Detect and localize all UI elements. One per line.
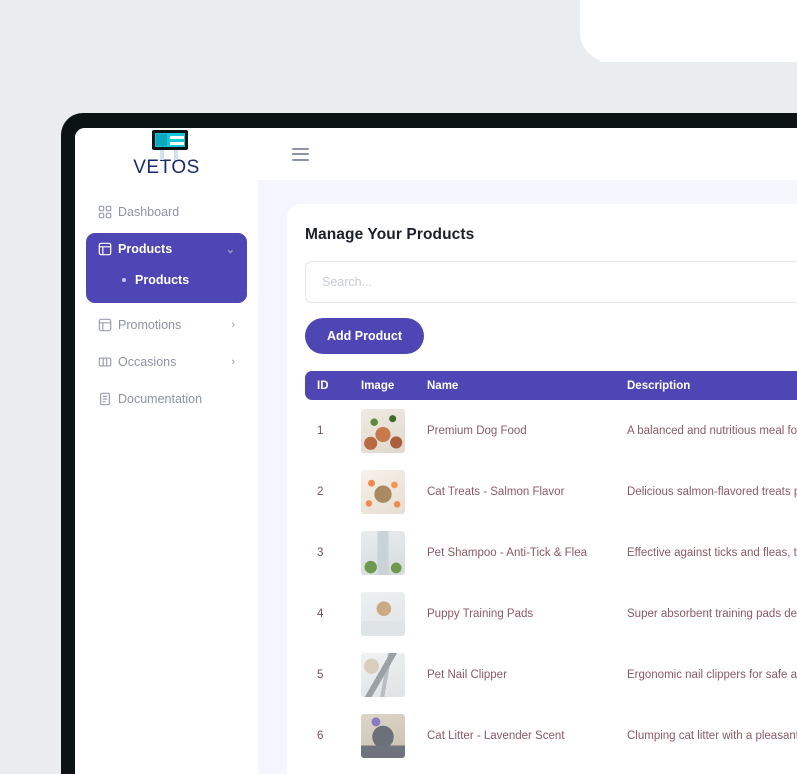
cell-name: Cat Litter - Lavender Scent	[427, 729, 565, 742]
sidebar-item-occasions[interactable]: Occasions ›	[86, 346, 247, 378]
sidebar-group-products: Products ⌄ Products	[86, 233, 247, 303]
page-title: Manage Your Products	[305, 226, 475, 243]
sidebar-item-dashboard[interactable]: Dashboard	[86, 196, 247, 228]
table-row[interactable]: 4 Puppy Training Pads Super absorbent trai…	[305, 583, 797, 644]
cell-id: 7	[305, 766, 349, 774]
cell-id: 5	[317, 668, 324, 681]
layout-panel-icon	[98, 318, 118, 332]
table-body: 1 Premium Dog Food A balanced and nutritio…	[305, 400, 797, 774]
backdrop-white-notch	[580, 0, 797, 62]
cell-name: Puppy Training Pads	[427, 607, 534, 620]
sidebar-item-label: Occasions	[118, 355, 177, 369]
top-bar: VETOS	[75, 128, 797, 180]
monitor-icon	[144, 130, 190, 160]
table-row[interactable]: 2 Cat Treats - Salmon Flavor Delicious sal…	[305, 461, 797, 522]
cell-description: Super absorbent training pads desig	[627, 607, 797, 620]
column-header-description[interactable]: Description	[615, 371, 797, 400]
app-window: VETOS Dashboard Products ⌄ Products Prom…	[75, 128, 797, 774]
layout-panel-icon	[98, 242, 118, 256]
cell-description: A balanced and nutritious meal for a	[627, 424, 797, 437]
cell-name: Premium Dog Food	[427, 424, 527, 437]
cell-name	[415, 766, 615, 774]
grid-squares-icon	[98, 205, 118, 219]
column-header-id[interactable]: ID	[305, 371, 349, 400]
sidebar-item-promotions[interactable]: Promotions ›	[86, 309, 247, 341]
sidebar: Dashboard Products ⌄ Products Promotions…	[75, 180, 258, 774]
column-header-image[interactable]: Image	[349, 371, 415, 400]
cell-image	[349, 766, 415, 774]
chevron-right-icon: ›	[231, 356, 235, 368]
cell-description: Clumping cat litter with a pleasant l	[627, 729, 797, 742]
table-row[interactable]: 3 Pet Shampoo - Anti-Tick & Flea Effective…	[305, 522, 797, 583]
cell-id: 4	[317, 607, 324, 620]
sidebar-item-label: Dashboard	[118, 205, 180, 219]
product-thumbnail	[361, 652, 405, 697]
cell-name: Pet Shampoo - Anti-Tick & Flea	[427, 546, 588, 559]
brand-name: VETOS	[133, 157, 200, 178]
cell-image	[349, 644, 415, 705]
cell-description: Delicious salmon-flavored treats pa	[627, 485, 797, 498]
main-content: Manage Your Products Add Product ID I	[258, 180, 797, 774]
bullet-dot-icon	[122, 278, 126, 282]
hamburger-menu-icon[interactable]	[292, 147, 309, 161]
add-product-button[interactable]: Add Product	[305, 318, 424, 354]
screenshot-scene: VETOS Dashboard Products ⌄ Products Prom…	[0, 0, 797, 774]
cell-id: 2	[317, 485, 324, 498]
product-thumbnail	[361, 713, 405, 758]
device-screen: VETOS Dashboard Products ⌄ Products Prom…	[75, 128, 797, 774]
cell-description: Effective against ticks and fleas, this	[627, 546, 797, 559]
column-header-name[interactable]: Name	[415, 371, 615, 400]
table-header-row: ID Image Name Description	[305, 371, 797, 400]
product-thumbnail	[361, 469, 405, 514]
products-table: ID Image Name Description 1 Premium Dog F…	[305, 371, 797, 774]
cell-image	[349, 522, 415, 583]
product-thumbnail	[361, 530, 405, 575]
table-header: ID Image Name Description	[305, 371, 797, 400]
cell-name: Cat Treats - Salmon Flavor	[427, 485, 565, 498]
table-row[interactable]: 1 Premium Dog Food A balanced and nutritio…	[305, 400, 797, 461]
table-row[interactable]: 7	[305, 766, 797, 774]
products-card: Manage Your Products Add Product ID I	[287, 204, 797, 774]
backdrop-panel-left	[0, 120, 63, 774]
cell-image	[349, 583, 415, 644]
cell-name: Pet Nail Clipper	[427, 668, 507, 681]
chevron-right-icon: ›	[231, 319, 235, 331]
product-thumbnail	[361, 408, 405, 453]
chevron-down-icon: ⌄	[225, 243, 235, 256]
sidebar-item-label: Documentation	[118, 392, 203, 406]
cell-description	[615, 766, 797, 774]
sidebar-item-products[interactable]: Products ⌄	[86, 233, 247, 265]
sidebar-item-label: Promotions	[118, 318, 182, 332]
cell-id: 3	[317, 546, 324, 559]
table-row[interactable]: 5 Pet Nail Clipper Ergonomic nail clippers…	[305, 644, 797, 705]
product-thumbnail	[361, 591, 405, 636]
cell-image	[349, 705, 415, 766]
columns-icon	[98, 355, 118, 369]
cell-description: Ergonomic nail clippers for safe and	[627, 668, 797, 681]
document-icon	[98, 392, 118, 406]
products-table-container: ID Image Name Description 1 Premium Dog F…	[305, 371, 797, 774]
sidebar-item-documentation[interactable]: Documentation	[86, 383, 247, 415]
cell-image	[349, 400, 415, 461]
sidebar-subitem-label: Products	[135, 273, 190, 287]
search-input[interactable]	[305, 261, 797, 303]
table-row[interactable]: 6 Cat Litter - Lavender Scent Clumping cat…	[305, 705, 797, 766]
cell-id: 6	[317, 729, 324, 742]
sidebar-item-label: Products	[118, 242, 173, 256]
sidebar-subitem-products[interactable]: Products	[86, 265, 247, 295]
cell-image	[349, 461, 415, 522]
cell-id: 1	[317, 424, 324, 437]
brand-logo[interactable]: VETOS	[75, 128, 258, 180]
